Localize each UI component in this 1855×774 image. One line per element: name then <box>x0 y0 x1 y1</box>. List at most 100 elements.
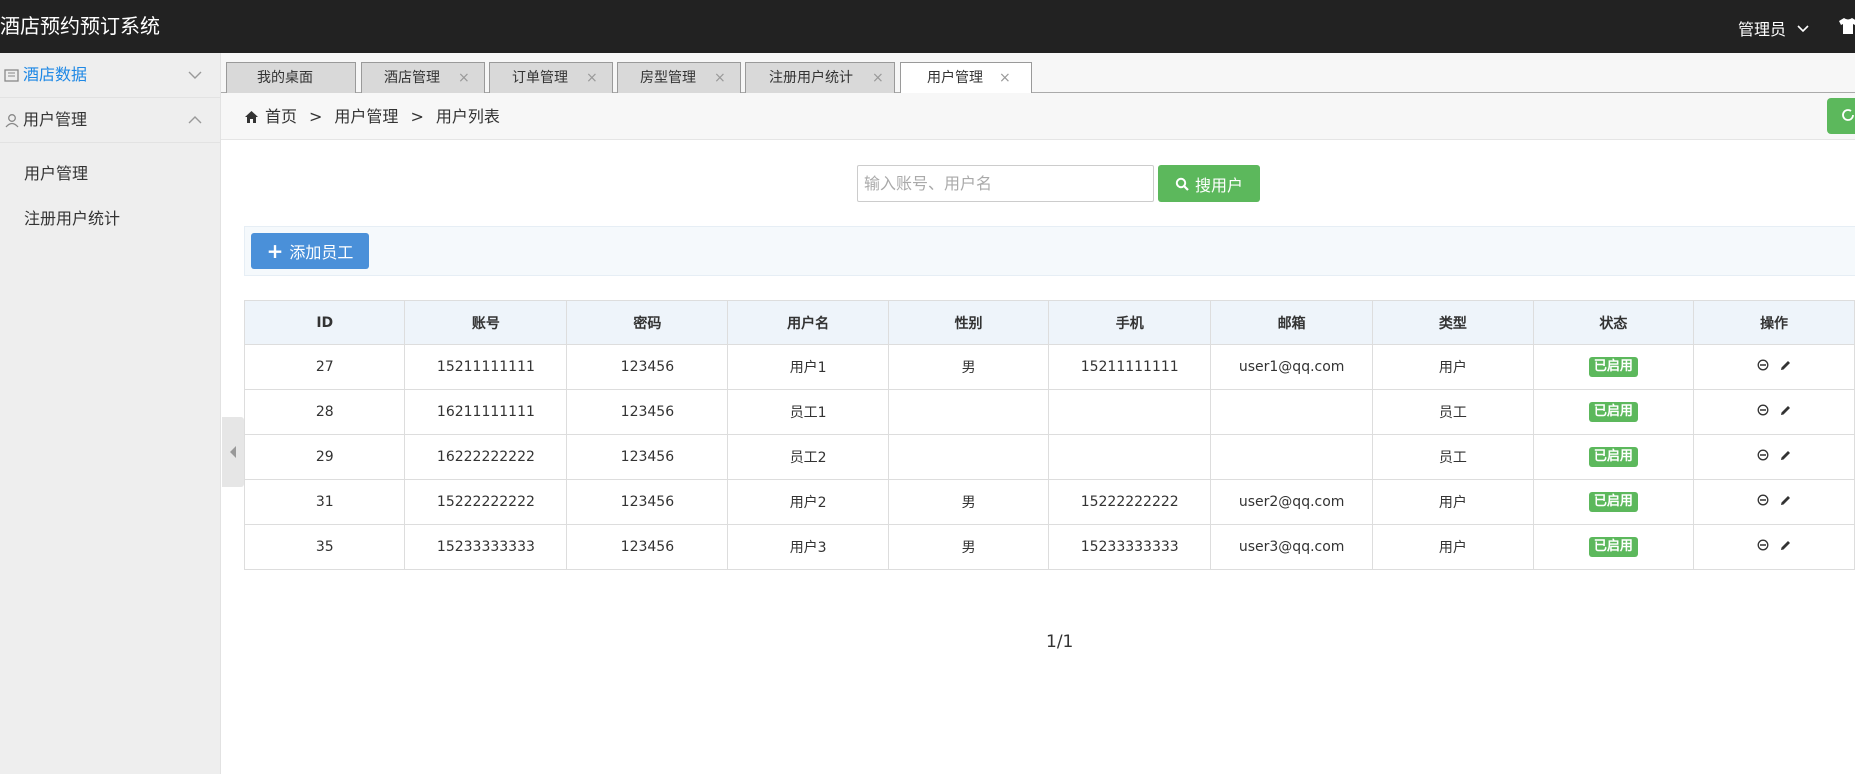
cell-status: 已启用 <box>1532 389 1695 435</box>
cell-account: 16222222222 <box>404 434 568 480</box>
cell-username: 用户3 <box>727 524 889 570</box>
cell-password: 123456 <box>566 434 729 480</box>
cell-gender <box>887 434 1050 480</box>
cell-password: 123456 <box>566 389 729 435</box>
chevron-down-icon <box>188 71 202 79</box>
cell-email: user3@qq.com <box>1210 524 1374 570</box>
cell-email <box>1210 434 1374 480</box>
edit-pencil-icon[interactable] <box>1779 404 1792 417</box>
status-badge[interactable]: 已启用 <box>1588 357 1638 377</box>
sidebar-group-user-management[interactable]: 用户管理 <box>0 98 221 143</box>
cell-actions <box>1693 434 1855 480</box>
sidebar-group-label: 酒店数据 <box>23 65 88 84</box>
tab-close-icon[interactable]: × <box>999 63 1011 93</box>
refresh-button[interactable] <box>1827 98 1855 134</box>
user-menu[interactable]: 管理员 <box>1738 16 1810 40</box>
edit-pencil-icon[interactable] <box>1779 359 1792 372</box>
cell-id: 27 <box>243 344 406 390</box>
tab-close-icon[interactable]: × <box>714 63 726 93</box>
table-row: 29 16222222222 123456 员工2 员工 已启用 <box>243 434 1855 480</box>
col-header-password: 密码 <box>566 300 729 345</box>
add-staff-button[interactable]: + 添加员工 <box>251 233 369 269</box>
status-badge[interactable]: 已启用 <box>1588 492 1638 512</box>
cell-type: 员工 <box>1372 434 1534 480</box>
cell-email: user2@qq.com <box>1210 479 1374 525</box>
tab-label: 订单管理 <box>512 70 568 86</box>
sidebar-group-label: 用户管理 <box>23 110 88 129</box>
col-header-id: ID <box>243 300 406 345</box>
tab-order-management[interactable]: 订单管理 × <box>489 62 613 93</box>
cell-actions <box>1693 389 1855 435</box>
cell-phone <box>1048 434 1212 480</box>
tab-hotel-management[interactable]: 酒店管理 × <box>361 62 485 93</box>
user-name: 管理员 <box>1738 20 1787 39</box>
table-row: 31 15222222222 123456 用户2 男 15222222222 user2@… <box>243 479 1855 525</box>
tab-register-stats[interactable]: 注册用户统计 × <box>745 62 895 93</box>
cell-actions <box>1693 344 1855 390</box>
tab-desktop[interactable]: 我的桌面 <box>226 62 356 93</box>
sidebar-collapse-handle[interactable] <box>222 417 244 487</box>
cell-id: 35 <box>243 524 406 570</box>
tab-label: 房型管理 <box>640 70 696 86</box>
search-icon <box>1175 177 1189 191</box>
cell-status: 已启用 <box>1532 344 1695 390</box>
user-table: ID 账号 密码 用户名 性别 手机 邮箱 类型 状态 操作 27 1521111… <box>243 300 1855 570</box>
plus-icon: + <box>266 239 284 263</box>
pagination: 1/1 <box>1046 632 1074 652</box>
book-icon <box>4 69 19 82</box>
app-title: 酒店预约预订系统 <box>0 14 160 38</box>
cell-gender: 男 <box>887 344 1050 390</box>
breadcrumb-level1[interactable]: 用户管理 <box>334 107 398 127</box>
cell-password: 123456 <box>566 524 729 570</box>
status-badge[interactable]: 已启用 <box>1588 537 1638 557</box>
disable-icon[interactable] <box>1757 494 1769 506</box>
home-icon <box>245 111 258 123</box>
col-header-actions: 操作 <box>1693 300 1855 345</box>
cell-type: 用户 <box>1372 524 1534 570</box>
status-badge[interactable]: 已启用 <box>1588 447 1638 467</box>
edit-pencil-icon[interactable] <box>1779 449 1792 462</box>
cell-username: 员工1 <box>727 389 889 435</box>
edit-pencil-icon[interactable] <box>1779 494 1792 507</box>
chevron-up-icon <box>188 116 202 124</box>
disable-icon[interactable] <box>1757 404 1769 416</box>
add-staff-label: 添加员工 <box>289 243 354 262</box>
col-header-type: 类型 <box>1372 300 1534 345</box>
cell-id: 29 <box>243 434 406 480</box>
disable-icon[interactable] <box>1757 359 1769 371</box>
cell-type: 员工 <box>1372 389 1534 435</box>
disable-icon[interactable] <box>1757 449 1769 461</box>
cell-password: 123456 <box>566 344 729 390</box>
edit-pencil-icon[interactable] <box>1779 539 1792 552</box>
sidebar-item-register-stats[interactable]: 注册用户统计 <box>24 209 120 229</box>
cell-phone: 15222222222 <box>1048 479 1212 525</box>
table-header-row: ID 账号 密码 用户名 性别 手机 邮箱 类型 状态 操作 <box>243 300 1855 345</box>
tab-room-type-management[interactable]: 房型管理 × <box>617 62 741 93</box>
cell-account: 15211111111 <box>404 344 568 390</box>
cell-actions <box>1693 479 1855 525</box>
cell-actions <box>1693 524 1855 570</box>
status-badge[interactable]: 已启用 <box>1588 402 1638 422</box>
cell-gender: 男 <box>887 479 1050 525</box>
sidebar-group-hotel-data[interactable]: 酒店数据 <box>0 53 221 98</box>
tab-close-icon[interactable]: × <box>458 63 470 93</box>
cell-status: 已启用 <box>1532 524 1695 570</box>
tab-close-icon[interactable]: × <box>586 63 598 93</box>
col-header-email: 邮箱 <box>1210 300 1374 345</box>
chevron-left-icon <box>230 446 236 458</box>
cell-phone: 15211111111 <box>1048 344 1212 390</box>
top-header: 酒店预约预订系统 管理员 <box>0 0 1855 53</box>
tab-close-icon[interactable]: × <box>872 63 884 93</box>
search-button[interactable]: 搜用户 <box>1158 165 1260 202</box>
breadcrumb-home[interactable]: 首页 <box>265 107 297 127</box>
cell-password: 123456 <box>566 479 729 525</box>
cell-username: 员工2 <box>727 434 889 480</box>
tab-label: 用户管理 <box>927 70 983 86</box>
search-input[interactable] <box>857 165 1154 202</box>
breadcrumb-level2: 用户列表 <box>435 107 500 126</box>
table-row: 28 16211111111 123456 员工1 员工 已启用 <box>243 389 1855 435</box>
disable-icon[interactable] <box>1757 539 1769 551</box>
tab-user-management[interactable]: 用户管理 × <box>900 62 1032 94</box>
sidebar-item-user-management[interactable]: 用户管理 <box>24 164 88 184</box>
theme-shirt-icon[interactable] <box>1838 17 1855 35</box>
